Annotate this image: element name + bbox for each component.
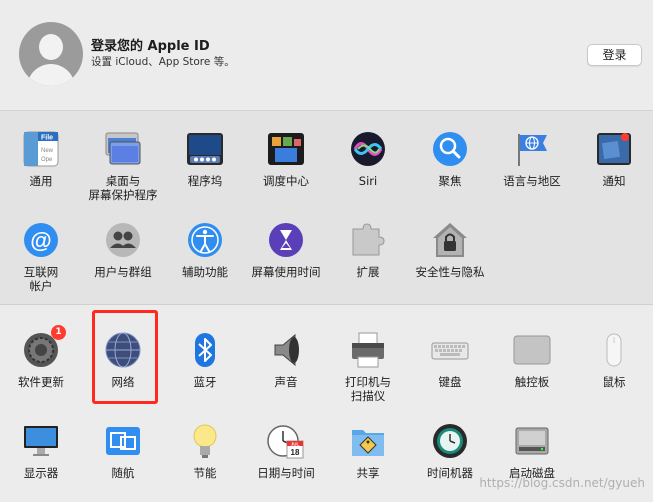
calendar-month: JUL bbox=[291, 442, 300, 447]
pref-label: 用户与群组 bbox=[94, 265, 152, 279]
svg-text:New: New bbox=[41, 148, 54, 154]
pref-label: 互联网 帐户 bbox=[23, 265, 59, 293]
energy-saver-icon bbox=[186, 422, 224, 460]
pref-label: 聚焦 bbox=[438, 174, 462, 188]
notifications-icon bbox=[595, 130, 633, 168]
pref-label: 显示器 bbox=[23, 466, 59, 480]
pref-label: 键盘 bbox=[438, 375, 462, 389]
trackpad-icon bbox=[513, 331, 551, 369]
general-icon: File New Ope bbox=[22, 130, 60, 168]
bluetooth-icon bbox=[186, 331, 224, 369]
pref-label: 调度中心 bbox=[263, 174, 309, 188]
startup-disk-icon bbox=[513, 422, 551, 460]
avatar[interactable] bbox=[19, 22, 83, 86]
date-time-icon: JUL 18 bbox=[267, 422, 305, 460]
internet-accounts-icon: @ bbox=[22, 221, 60, 259]
pref-label: 通知 bbox=[602, 174, 626, 188]
users-icon bbox=[104, 221, 142, 259]
pref-label: 日期与时间 bbox=[257, 466, 315, 480]
calendar-day: 18 bbox=[291, 448, 300, 457]
time-machine-icon bbox=[431, 422, 469, 460]
language-icon bbox=[513, 130, 551, 168]
pref-label: 桌面与 屏幕保护程序 bbox=[88, 174, 158, 202]
dock-icon bbox=[186, 130, 224, 168]
accessibility-icon bbox=[186, 221, 224, 259]
keyboard-icon bbox=[431, 331, 469, 369]
software-update-icon: 1 bbox=[22, 325, 66, 369]
pref-label: 语言与地区 bbox=[503, 174, 561, 188]
screen-time-icon bbox=[267, 221, 305, 259]
spotlight-icon bbox=[431, 130, 469, 168]
update-badge: 1 bbox=[51, 325, 66, 340]
account-subtitle: 设置 iCloud、App Store 等。 bbox=[91, 56, 235, 68]
extensions-icon bbox=[349, 221, 387, 259]
pref-label: 通用 bbox=[29, 174, 53, 188]
sidecar-icon bbox=[104, 422, 142, 460]
pref-label: 节能 bbox=[193, 466, 217, 480]
security-icon bbox=[431, 221, 469, 259]
pref-label: 安全性与隐私 bbox=[415, 265, 485, 279]
pref-label: 扩展 bbox=[356, 265, 380, 279]
mission-control-icon bbox=[267, 130, 305, 168]
watermark: https://blog.csdn.net/gyueh bbox=[479, 476, 645, 490]
pref-label: 程序坞 bbox=[187, 174, 223, 188]
network-highlight-box bbox=[92, 310, 158, 404]
pref-label: 屏幕使用时间 bbox=[251, 265, 321, 279]
pref-label: 触控板 bbox=[514, 375, 550, 389]
mouse-icon bbox=[595, 331, 633, 369]
sharing-icon bbox=[349, 422, 387, 460]
pref-label: 鼠标 bbox=[602, 375, 626, 389]
sound-icon bbox=[267, 331, 305, 369]
pref-label: 随航 bbox=[111, 466, 135, 480]
svg-text:Ope: Ope bbox=[41, 157, 53, 163]
account-header: 登录您的 Apple ID 设置 iCloud、App Store 等。 登录 bbox=[0, 0, 653, 111]
account-title: 登录您的 Apple ID bbox=[91, 39, 210, 54]
pref-label: 软件更新 bbox=[18, 375, 64, 389]
desktop-icon bbox=[104, 130, 142, 168]
login-button[interactable]: 登录 bbox=[587, 44, 642, 66]
pref-label: 打印机与 扫描仪 bbox=[345, 375, 391, 403]
displays-icon bbox=[22, 422, 60, 460]
pref-label: 辅助功能 bbox=[182, 265, 228, 279]
siri-icon bbox=[349, 130, 387, 168]
svg-text:@: @ bbox=[30, 228, 51, 253]
pref-label: 声音 bbox=[274, 375, 298, 389]
pref-label: Siri bbox=[358, 174, 378, 188]
pref-label: 蓝牙 bbox=[193, 375, 217, 389]
pref-label: 共享 bbox=[356, 466, 380, 480]
svg-text:File: File bbox=[41, 135, 53, 142]
printer-icon bbox=[349, 331, 387, 369]
